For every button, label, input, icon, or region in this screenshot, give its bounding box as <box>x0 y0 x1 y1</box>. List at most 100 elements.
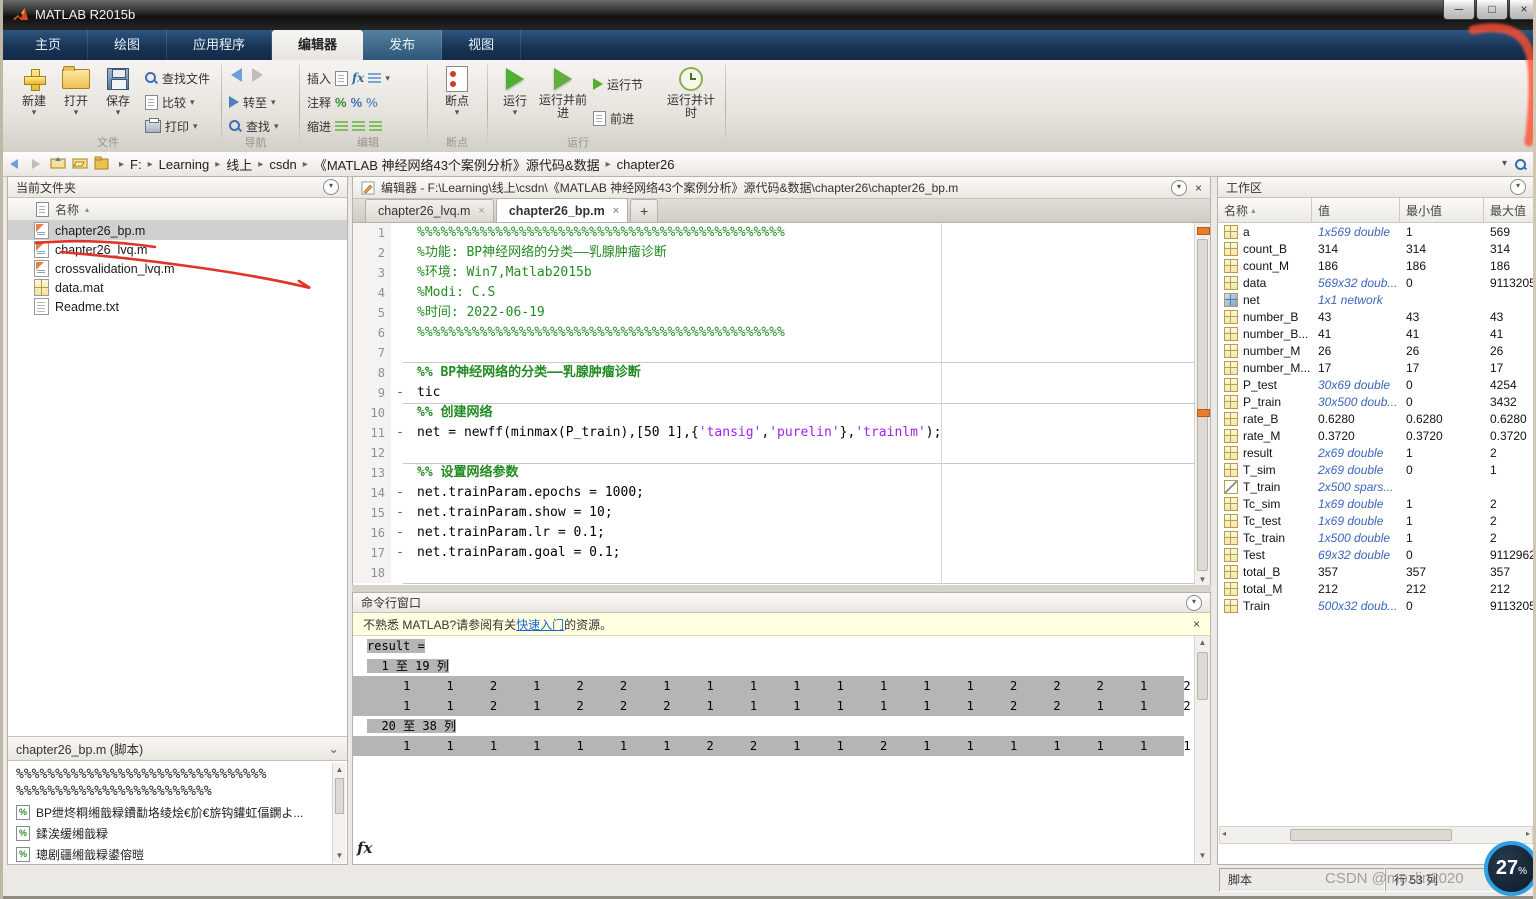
col-min[interactable]: 最小值 <box>1400 198 1484 222</box>
workspace-row[interactable]: net 1x1 network <box>1218 291 1533 308</box>
banner-close-icon[interactable]: × <box>1193 617 1200 631</box>
minimize-button[interactable]: ─ <box>1443 0 1475 20</box>
address-search-icon[interactable] <box>1515 158 1526 170</box>
file-row[interactable]: Readme.txt <box>8 297 347 316</box>
variable-value: 357 <box>1318 564 1339 579</box>
editor-scrollbar[interactable]: ▲ ▼ <box>1194 223 1210 587</box>
command-window-menu-icon[interactable]: ▾ <box>1186 594 1202 611</box>
ribbon-tab[interactable]: 绘图 <box>88 30 168 60</box>
breadcrumb-item[interactable]: csdn <box>269 157 296 172</box>
workspace-row[interactable]: data 569x32 doub... 0 9113205 <box>1218 274 1533 291</box>
new-tab-button[interactable]: + <box>630 199 659 222</box>
col-value[interactable]: 值 <box>1312 198 1400 222</box>
command-output[interactable]: result = 1 至 19 列 1 1 2 1 2 2 1 1 1 1 1 … <box>353 636 1210 863</box>
preview-collapse-icon[interactable]: ⌄ <box>329 741 339 756</box>
editor-tab[interactable]: chapter26_lvq.m × <box>365 199 494 222</box>
workspace-row[interactable]: total_B 357 357 357 <box>1218 563 1533 580</box>
file-row[interactable]: chapter26_lvq.m <box>8 240 347 259</box>
workspace-row[interactable]: number_M... 17 17 17 <box>1218 359 1533 376</box>
address-dropdown-icon[interactable]: ▾ <box>1502 159 1507 169</box>
preview-header[interactable]: chapter26_bp.m (脚本) ⌄ <box>8 736 347 761</box>
horizontal-splitter[interactable] <box>352 585 1211 592</box>
tab-close-icon[interactable]: × <box>613 205 619 217</box>
back-arrow-icon[interactable] <box>231 68 242 82</box>
tab-close-icon[interactable]: × <box>478 205 484 217</box>
editor-tab[interactable]: chapter26_bp.m × <box>495 198 629 222</box>
workspace-menu-icon[interactable]: ▾ <box>1510 179 1526 195</box>
ribbon-tab[interactable]: 编辑器 <box>272 30 364 60</box>
find-files-button[interactable]: 查找文件 <box>145 66 210 90</box>
workspace-hscrollbar[interactable]: ◂ ▸ <box>1219 826 1533 844</box>
insert-fx-icon: fx <box>352 71 365 85</box>
editor-close-icon[interactable]: × <box>1195 181 1202 195</box>
print-button[interactable]: 打印 ▾ <box>145 114 210 138</box>
breadcrumb: ▸ F: ▸ Learning ▸ 线上 ▸ csdn ▸ 《MATLAB 神经网络43个案例分析… <box>113 155 1502 174</box>
col-max[interactable]: 最大值 <box>1484 198 1533 222</box>
section-label-breakpoints: 断点 <box>446 137 468 149</box>
ribbon-tab[interactable]: 视图 <box>442 30 522 60</box>
maximize-button[interactable]: □ <box>1476 0 1508 20</box>
workspace-row[interactable]: count_B 314 314 314 <box>1218 240 1533 257</box>
breadcrumb-item[interactable]: chapter26 <box>617 157 675 172</box>
workspace-row[interactable]: result 2x69 double 1 2 <box>1218 444 1533 461</box>
workspace-row[interactable]: a 1x569 double 1 569 <box>1218 223 1533 240</box>
variable-value: 2x69 double <box>1318 462 1384 477</box>
variable-max: 9112962 <box>1490 547 1534 562</box>
workspace-row[interactable]: P_train 30x500 doub... 0 3432 <box>1218 393 1533 410</box>
file-name: data.mat <box>55 280 104 295</box>
workspace-row[interactable]: number_B... 41 41 41 <box>1218 325 1533 342</box>
ribbon-tab[interactable]: 主页 <box>9 30 89 60</box>
variable-name: T_sim <box>1243 462 1276 477</box>
insert-row[interactable]: 插入 fx ▾ <box>307 66 390 90</box>
open-button[interactable]: 打开 ▾ <box>57 64 95 117</box>
nav-forward-icon[interactable] <box>25 157 47 172</box>
save-button[interactable]: 保存 ▾ <box>99 64 137 117</box>
workspace-row[interactable]: Train 500x32 doub... 0 9113205 <box>1218 597 1533 614</box>
breadcrumb-item[interactable]: Learning <box>159 157 210 172</box>
breakpoints-button[interactable]: 断点 ▾ <box>435 64 479 117</box>
compare-button[interactable]: 比较 ▾ <box>145 90 210 114</box>
workspace-row[interactable]: P_test 30x69 double 0 4254 <box>1218 376 1533 393</box>
quick-start-link[interactable]: 快速入门 <box>516 616 564 633</box>
workspace-row[interactable]: rate_B 0.6280 0.6280 0.6280 <box>1218 410 1533 427</box>
nav-back-icon[interactable] <box>3 157 25 172</box>
command-scrollbar[interactable]: ▲ ▼ <box>1194 636 1210 863</box>
workspace-row[interactable]: Test 69x32 double 0 9112962 <box>1218 546 1534 563</box>
browse-folder-icon[interactable] <box>69 156 91 172</box>
file-row[interactable]: crossvalidation_lvq.m <box>8 259 347 278</box>
panel-menu-icon[interactable]: ▾ <box>323 179 339 195</box>
file-row[interactable]: data.mat <box>8 278 347 297</box>
workspace-row[interactable]: Tc_test 1x69 double 1 2 <box>1218 512 1533 529</box>
goto-button[interactable]: 转至 ▾ <box>229 90 279 114</box>
name-column-header[interactable]: 名称 ▴ <box>8 198 347 221</box>
workspace-row[interactable]: Tc_sim 1x69 double 1 2 <box>1218 495 1533 512</box>
run-button[interactable]: 运行 ▾ <box>495 64 535 117</box>
preview-scrollbar[interactable]: ▲ ▼ <box>332 763 346 863</box>
breadcrumb-item[interactable]: 《MATLAB 神经网络43个案例分析》源代码&数据 <box>314 155 600 174</box>
file-row[interactable]: chapter26_bp.m <box>8 221 347 240</box>
run-section-button[interactable]: 运行节 <box>593 72 643 96</box>
col-name[interactable]: 名称 ▴ <box>1218 198 1312 222</box>
workspace-row[interactable]: number_M 26 26 26 <box>1218 342 1533 359</box>
run-time-button[interactable]: 运行并计时 <box>667 64 715 120</box>
code-area[interactable]: 1 %%%%%%%%%%%%%%%%%%%%%%%%%%%%%%%%%%%%%%… <box>353 223 1210 587</box>
new-button[interactable]: 新建 ▾ <box>15 64 53 117</box>
editor-menu-icon[interactable]: ▾ <box>1170 179 1187 196</box>
comment-row[interactable]: 注释%%% <box>307 90 390 114</box>
workspace-row[interactable]: total_M 212 212 212 <box>1218 580 1533 597</box>
ribbon-tab[interactable]: 发布 <box>363 30 443 60</box>
breadcrumb-item[interactable]: 线上 <box>226 155 252 174</box>
workspace-row[interactable]: rate_M 0.3720 0.3720 0.3720 <box>1218 427 1533 444</box>
run-advance-button[interactable]: 运行并前进 <box>539 64 587 120</box>
workspace-row[interactable]: number_B 43 43 43 <box>1218 308 1533 325</box>
advance-button[interactable]: 前进 <box>593 106 643 130</box>
close-button[interactable]: × <box>1509 0 1533 20</box>
up-folder-icon[interactable] <box>47 156 69 172</box>
workspace-row[interactable]: count_M 186 186 186 <box>1218 257 1533 274</box>
workspace-row[interactable]: Tc_train 1x500 double 1 2 <box>1218 529 1533 546</box>
forward-arrow-icon[interactable] <box>252 68 263 82</box>
workspace-row[interactable]: T_sim 2x69 double 0 1 <box>1218 461 1533 478</box>
breadcrumb-item[interactable]: F: <box>130 157 142 172</box>
ribbon-tab[interactable]: 应用程序 <box>167 30 273 60</box>
workspace-row[interactable]: T_train 2x500 spars... <box>1218 478 1533 495</box>
